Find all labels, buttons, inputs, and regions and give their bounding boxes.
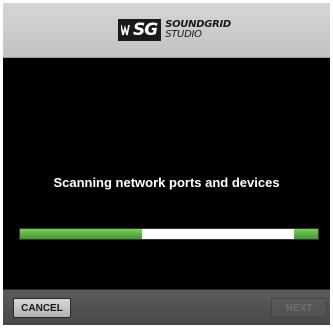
progress-fill-segment: [20, 229, 143, 239]
soundgrid-studio-logo: SG SOUNDGRID STUDIO: [118, 17, 231, 43]
scan-progress-bar: [19, 228, 319, 240]
next-button[interactable]: NEXT: [271, 298, 327, 318]
waves-sg-logo-icon: SG: [118, 19, 162, 41]
progress-fill-segment: [294, 229, 318, 239]
footer-bar: CANCEL NEXT: [3, 289, 330, 325]
logo-wordmark: SOUNDGRID STUDIO: [165, 20, 231, 40]
scanning-status-text: Scanning network ports and devices: [53, 175, 280, 190]
header-bar: SG SOUNDGRID STUDIO: [3, 3, 330, 58]
logo-abbreviation: SG: [133, 20, 158, 40]
cancel-button[interactable]: CANCEL: [13, 298, 71, 318]
waves-icon: [121, 24, 130, 36]
app-window: SG SOUNDGRID STUDIO Scanning network por…: [3, 3, 330, 325]
logo-line-studio: STUDIO: [165, 29, 202, 40]
